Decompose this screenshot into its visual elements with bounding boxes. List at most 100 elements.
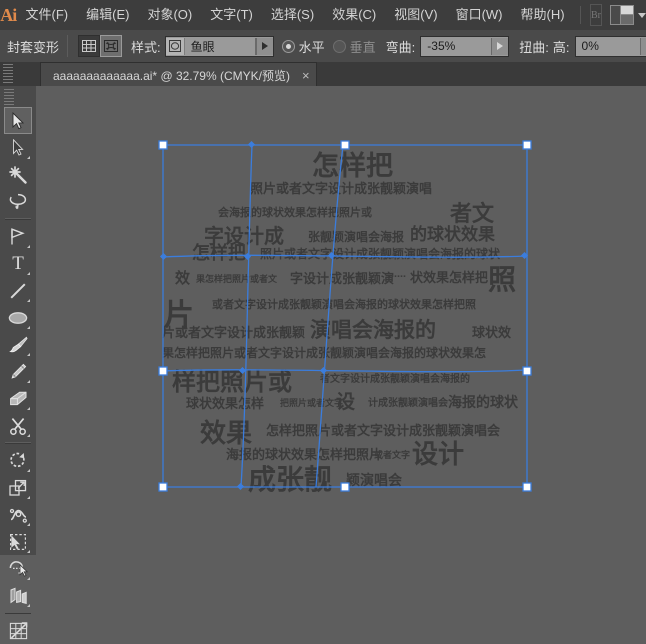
scissors-icon [9,417,27,435]
control-bar: 封套变形 样式: [0,30,646,63]
mesh-icon [9,622,28,640]
flyout-indicator-icon [27,156,30,159]
width-tool[interactable] [4,501,32,528]
workspace-switcher-button[interactable] [610,5,646,25]
orientation-vertical[interactable]: 垂直 [333,37,376,56]
ellipse-tool[interactable] [4,304,32,331]
perspective-grid-tool[interactable] [4,582,32,609]
divider [67,35,68,57]
menu-object[interactable]: 对象(O) [138,0,201,30]
menu-window[interactable]: 窗口(W) [447,0,512,30]
menu-view[interactable]: 视图(V) [385,0,446,30]
active-tool-title: 封套变形 [7,37,59,56]
free-transform-tool[interactable] [4,528,32,555]
orientation-horizontal[interactable]: 水平 [282,37,325,56]
free-transform-icon [9,533,27,551]
envelope-mesh-button[interactable] [78,35,100,57]
scale-tool[interactable] [4,474,32,501]
style-dropdown-arrow[interactable] [256,38,273,55]
radio-vertical-icon [333,40,346,53]
artwork-text-line: 怎样把 [192,239,246,265]
line-segment-tool[interactable] [4,277,32,304]
toolbox-divider [5,218,31,220]
artwork-text-line: 把照片或者文字 [280,396,343,409]
fisheye-icon [166,38,185,55]
distort-h-field[interactable]: 0% [575,36,646,57]
ellipse-icon [8,311,28,325]
toolbox-gripper[interactable] [4,89,14,105]
flyout-indicator-icon [27,326,30,329]
direct-selection-tool[interactable] [4,134,32,161]
envelope-artwork[interactable]: 怎样把照片或者文字设计成张靓颖演唱会海报的球状效果怎样把照片或者文字设计成张靓颖… [36,86,646,555]
artwork-text-line: 球状效 [472,322,511,341]
flyout-indicator-icon [27,245,30,248]
rotate-icon [9,452,27,470]
rotate-tool[interactable] [4,447,32,474]
bend-stepper[interactable] [491,38,508,55]
artwork-text-line: …… [388,270,406,280]
shape-builder-icon [9,560,28,578]
envelope-warp-button[interactable] [100,35,122,57]
flyout-indicator-icon [27,604,30,607]
envelope-warp-icon [104,40,118,52]
menu-help[interactable]: 帮助(H) [512,0,574,30]
artwork-text-line: 怎样把照片或者文字设计成张靓颖演唱会 [266,420,500,439]
illustrator-window: Ai 文件(F) 编辑(E) 对象(O) 文字(T) 选择(S) 效果(C) 视… [0,0,646,555]
menu-edit[interactable]: 编辑(E) [77,0,138,30]
menu-bar: Ai 文件(F) 编辑(E) 对象(O) 文字(T) 选择(S) 效果(C) 视… [0,0,646,30]
bridge-button[interactable]: Br [590,4,602,26]
shape-builder-tool[interactable] [4,555,32,582]
blob-brush-icon [9,390,28,408]
artwork-text-line: 照片或者文字设计成张靓颖演唱 [250,178,432,197]
paintbrush-tool[interactable] [4,331,32,358]
pencil-tool[interactable] [4,358,32,385]
style-dropdown[interactable]: 鱼眼 [165,36,274,57]
app-logo-icon: Ai [0,0,17,30]
flyout-indicator-icon [27,407,30,410]
flyout-indicator-icon [27,434,30,437]
scissors-tool[interactable] [4,412,32,439]
document-canvas[interactable]: 怎样把照片或者文字设计成张靓颖演唱会海报的球状效果怎样把照片或者文字设计成张靓颖… [36,86,646,555]
artwork-text-line: 会海报的球状效果怎样把照片或 [218,204,372,220]
flyout-indicator-icon [27,380,30,383]
distort-h-label: 高: [553,37,570,56]
artwork-text-line: 片或者文字设计成张靓颖 [162,322,305,341]
document-tab-title: aaaaaaaaaaaaa.ai* @ 32.79% (CMYK/预览) [53,67,290,84]
scale-icon [9,479,27,497]
selection-tool[interactable] [4,107,32,134]
document-tab-bar: aaaaaaaaaaaaa.ai* @ 32.79% (CMYK/预览) × [0,62,646,86]
artwork-text-line: 张靓颖演唱会海报 [308,228,404,245]
toolbox-divider [5,612,31,614]
flyout-indicator-icon [27,577,30,580]
bend-field[interactable]: -35% [420,36,509,57]
mesh-tool[interactable] [4,617,32,644]
menu-select[interactable]: 选择(S) [262,0,323,30]
close-icon[interactable]: × [302,69,310,82]
lasso-icon [9,193,27,210]
distort-h-stepper[interactable] [640,38,646,55]
tab-bar-gripper[interactable] [3,64,13,84]
magic-wand-tool[interactable] [4,161,32,188]
flyout-indicator-icon [27,353,30,356]
lasso-tool[interactable] [4,188,32,215]
envelope-mode-group [78,35,122,57]
bend-label: 弯曲: [386,37,416,56]
pen-icon [10,228,26,246]
chevron-down-icon [638,13,646,18]
envelope-mesh-icon [82,40,96,52]
pen-tool[interactable] [4,223,32,250]
artwork-text-line: 设计 [412,434,464,471]
blob-brush-tool[interactable] [4,385,32,412]
menu-file[interactable]: 文件(F) [17,0,78,30]
artwork-text-line: 演唱会海报的 [310,314,436,344]
horizontal-label: 水平 [299,37,325,56]
menu-type[interactable]: 文字(T) [201,0,262,30]
menu-effect[interactable]: 效果(C) [323,0,385,30]
line-segment-icon [9,282,27,300]
artwork-text-line: 果怎样把照片或者文字设计成张靓颖演唱会海报的球状效果怎 [162,344,486,361]
artwork-text-line: 照片或者文字设计成张靓颖演唱会海报的球状 [260,245,500,262]
paintbrush-icon [9,336,28,354]
type-tool[interactable]: T [4,250,32,277]
style-label: 样式: [131,37,161,56]
document-tab[interactable]: aaaaaaaaaaaaa.ai* @ 32.79% (CMYK/预览) × [40,62,317,87]
